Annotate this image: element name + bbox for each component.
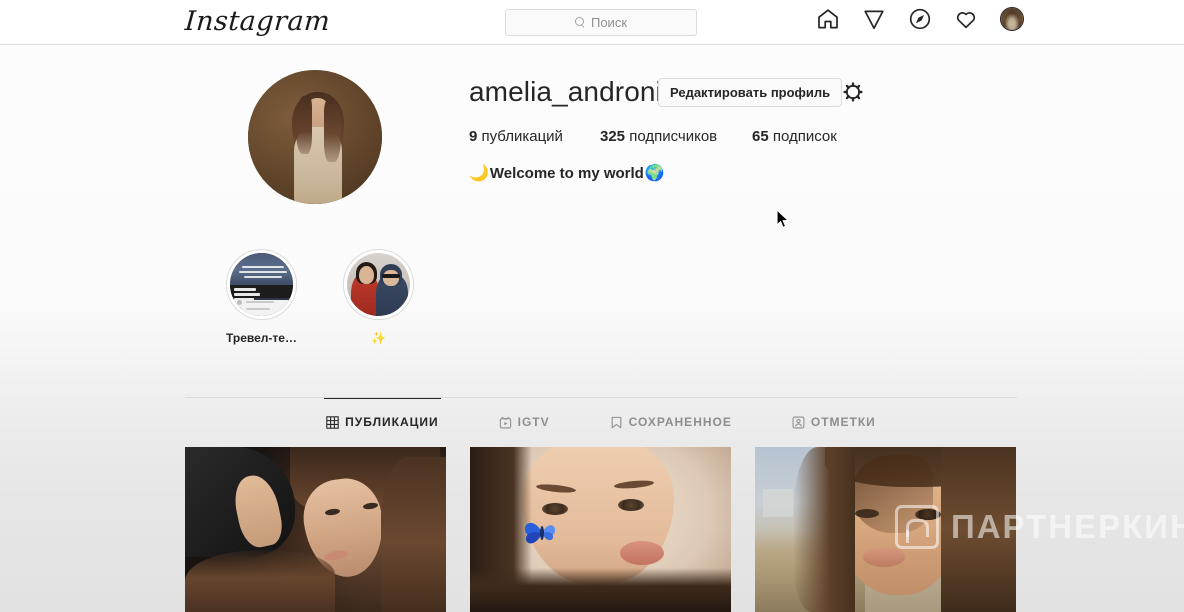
lips <box>620 541 664 565</box>
story-highlights: Тревел-те… ✨ <box>226 249 414 345</box>
avatar-hair-front <box>296 96 312 154</box>
highlight-label: ✨ <box>371 331 386 345</box>
eye <box>915 509 941 520</box>
stat-followers-label: подписчиков <box>625 128 718 145</box>
tab-posts-label: ПУБЛИКАЦИИ <box>345 415 439 429</box>
instagram-logo[interactable]: Instagram <box>184 6 331 37</box>
search-input[interactable]: Поиск <box>505 9 697 36</box>
highlight-label: Тревел-те… <box>226 331 297 345</box>
stat-followers[interactable]: 325 подписчиков <box>600 128 752 145</box>
paper-plane-icon[interactable] <box>862 7 886 31</box>
cover-bar <box>234 288 256 291</box>
post-thumbnail[interactable] <box>185 447 446 612</box>
edit-profile-button[interactable]: Редактировать профиль <box>658 78 843 107</box>
tab-posts[interactable]: ПУБЛИКАЦИИ <box>324 397 442 447</box>
cover-line <box>242 266 284 268</box>
butterfly-icon <box>522 517 562 549</box>
gear-icon[interactable] <box>841 80 865 104</box>
globe-icon: 🌍 <box>644 165 665 182</box>
cover-line <box>239 271 287 273</box>
stat-following-label: подписок <box>768 128 837 145</box>
nav-icon-group <box>816 7 1024 31</box>
person-right-face <box>383 270 399 286</box>
stat-posts[interactable]: 9 публикаций <box>469 128 600 145</box>
cover-dot <box>237 300 242 305</box>
hair-left <box>793 447 855 612</box>
profile-picture[interactable] <box>248 70 382 204</box>
search-icon <box>574 17 586 28</box>
profile-tabs: ПУБЛИКАЦИИ IGTV СОХРАНЕННОЕ ОТМЕТКИ <box>185 397 1017 447</box>
post-thumbnail[interactable] <box>470 447 731 612</box>
glasses-icon <box>382 274 400 278</box>
post-thumbnail[interactable] <box>755 447 1016 612</box>
hair-side <box>381 457 446 612</box>
profile-bio: 🌙 Welcome to my world 🌍 <box>469 163 665 183</box>
eye <box>542 503 568 515</box>
cover-bar <box>234 293 260 296</box>
posts-grid <box>185 447 1016 612</box>
hair-bottom <box>185 550 335 612</box>
highlight-cover <box>230 253 293 316</box>
face-shadow <box>851 455 933 533</box>
heart-icon[interactable] <box>954 7 978 31</box>
lips <box>863 547 905 567</box>
cover-row <box>246 308 270 310</box>
bio-text: Welcome to my world <box>489 164 644 182</box>
person-left-face <box>359 266 374 284</box>
cover-dot <box>237 307 242 312</box>
crescent-moon-icon: 🌙 <box>469 165 489 182</box>
profile-username: amelia_andronic <box>469 76 676 107</box>
highlight-cover <box>347 253 410 316</box>
grid-icon <box>326 415 339 429</box>
eye <box>855 509 879 518</box>
cover-dark-band <box>230 284 293 299</box>
cover-row <box>246 301 274 303</box>
tab-tagged[interactable]: ОТМЕТКИ <box>792 398 876 447</box>
cover-sky <box>230 253 293 286</box>
avatar-hair-right <box>324 100 341 162</box>
search-placeholder: Поиск <box>590 15 628 30</box>
home-icon[interactable] <box>816 7 840 31</box>
tab-tagged-label: ОТМЕТКИ <box>810 415 876 429</box>
hair-right <box>941 447 1016 612</box>
tab-saved-label: СОХРАНЕННОЕ <box>628 415 732 429</box>
mouse-cursor <box>776 208 790 234</box>
stat-posts-label: публикаций <box>477 128 563 145</box>
bookmark-icon <box>610 416 623 429</box>
eye <box>618 499 644 511</box>
highlight-item[interactable]: ✨ <box>343 249 414 345</box>
profile-avatar-icon[interactable] <box>1000 7 1024 31</box>
top-navigation-bar: Instagram Поиск <box>0 0 1184 45</box>
stat-followers-count: 325 <box>600 128 626 145</box>
tab-igtv-label: IGTV <box>517 415 550 429</box>
tagged-icon <box>792 416 805 429</box>
stat-following-count: 65 <box>752 128 769 145</box>
hair-bottom <box>470 568 731 612</box>
highlight-item[interactable]: Тревел-те… <box>226 249 297 345</box>
cover-line <box>244 276 282 278</box>
compass-icon[interactable] <box>908 7 932 31</box>
highlight-ring <box>343 249 414 320</box>
igtv-icon <box>499 416 512 429</box>
profile-stats: 9 публикаций 325 подписчиков 65 подписок <box>469 128 837 145</box>
stat-following[interactable]: 65 подписок <box>752 128 837 145</box>
avatar-image <box>1001 8 1023 30</box>
highlight-ring <box>226 249 297 320</box>
tab-saved[interactable]: СОХРАНЕННОЕ <box>610 398 732 447</box>
instagram-profile-page: Instagram Поиск amelia_andronic Редактир… <box>0 0 1184 612</box>
building <box>763 489 793 517</box>
tab-igtv[interactable]: IGTV <box>499 398 550 447</box>
